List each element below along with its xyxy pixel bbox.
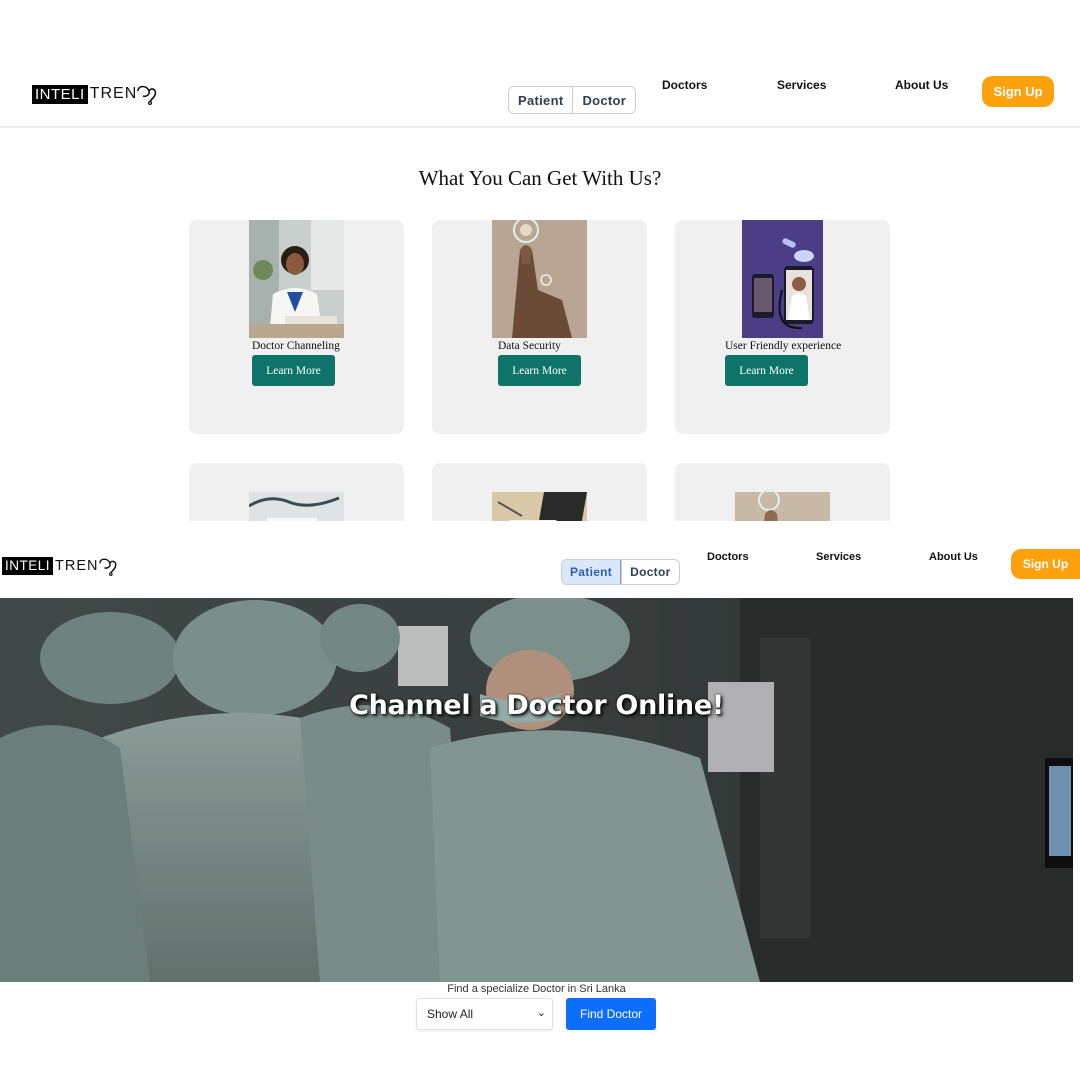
card-caption: Data Security (498, 340, 561, 352)
user-type-toggle: Patient Doctor (561, 559, 680, 585)
specialty-select-value: Show All (427, 1007, 474, 1021)
bottom-screenshot: INTELI TREN Patient Doctor Doctors Servi… (0, 521, 1080, 1080)
top-screenshot: INTELI TREN Patient Doctor Doctors Servi… (0, 0, 1080, 521)
data-security-photo (492, 220, 587, 338)
brand-logo[interactable]: INTELI TREN (32, 83, 159, 105)
patient-toggle-button[interactable]: Patient (562, 560, 622, 584)
find-doctor-label: Find a specialize Doctor in Sri Lanka (447, 983, 626, 995)
logo-box-text: INTELI (32, 84, 88, 104)
sign-up-button[interactable]: Sign Up (1011, 549, 1080, 579)
nav-doctors-link[interactable]: Doctors (662, 78, 707, 92)
learn-more-button[interactable]: Learn More (725, 355, 808, 386)
doctor-toggle-button[interactable]: Doctor (572, 87, 636, 113)
hero-banner: Channel a Doctor Online! (0, 598, 1073, 982)
find-doctor-button[interactable]: Find Doctor (566, 998, 656, 1030)
brand-logo[interactable]: INTELI TREN (2, 556, 119, 576)
stethoscope-icon (137, 85, 157, 105)
feature-card (189, 463, 404, 521)
nav-doctors-link[interactable]: Doctors (707, 551, 749, 563)
feature-card (432, 463, 647, 521)
feature-card (675, 463, 890, 521)
surgeons-background-photo (0, 598, 1073, 982)
nav-about-link[interactable]: About Us (895, 78, 948, 92)
feature-card-data-security: Data Security Learn More (432, 220, 647, 434)
nav-about-link[interactable]: About Us (929, 551, 978, 563)
stethoscope-icon (98, 558, 116, 576)
feature-card-user-friendly: User Friendly experience Learn More (675, 220, 890, 434)
specialty-select[interactable]: Show All ⌄ (416, 998, 553, 1030)
top-navbar: INTELI TREN Patient Doctor Doctors Servi… (0, 0, 1080, 128)
doctor-photo (249, 220, 344, 338)
logo-rest-text: TREN (55, 557, 99, 574)
learn-more-button[interactable]: Learn More (498, 355, 581, 386)
card-caption: Doctor Channeling (252, 340, 340, 352)
hero-title: Channel a Doctor Online! (349, 690, 724, 721)
sign-up-button[interactable]: Sign Up (982, 76, 1054, 107)
learn-more-button[interactable]: Learn More (252, 355, 335, 386)
nav-services-link[interactable]: Services (777, 78, 826, 92)
laptop-desk-photo (492, 492, 587, 521)
telemedicine-photo (742, 220, 823, 338)
medical-form-photo (249, 492, 344, 521)
chevron-down-icon: ⌄ (536, 1007, 546, 1019)
section-title: What You Can Get With Us? (418, 166, 662, 190)
feature-card-doctor-channeling: Doctor Channeling Learn More (189, 220, 404, 434)
logo-rest-text: TREN (89, 85, 138, 102)
patient-toggle-button[interactable]: Patient (509, 87, 573, 113)
logo-box-text: INTELI (2, 557, 54, 575)
nav-services-link[interactable]: Services (816, 551, 861, 563)
card-caption: User Friendly experience (725, 340, 842, 352)
doctor-toggle-button[interactable]: Doctor (621, 560, 679, 584)
user-type-toggle: Patient Doctor (508, 86, 637, 114)
fingerprint-photo (735, 489, 830, 521)
